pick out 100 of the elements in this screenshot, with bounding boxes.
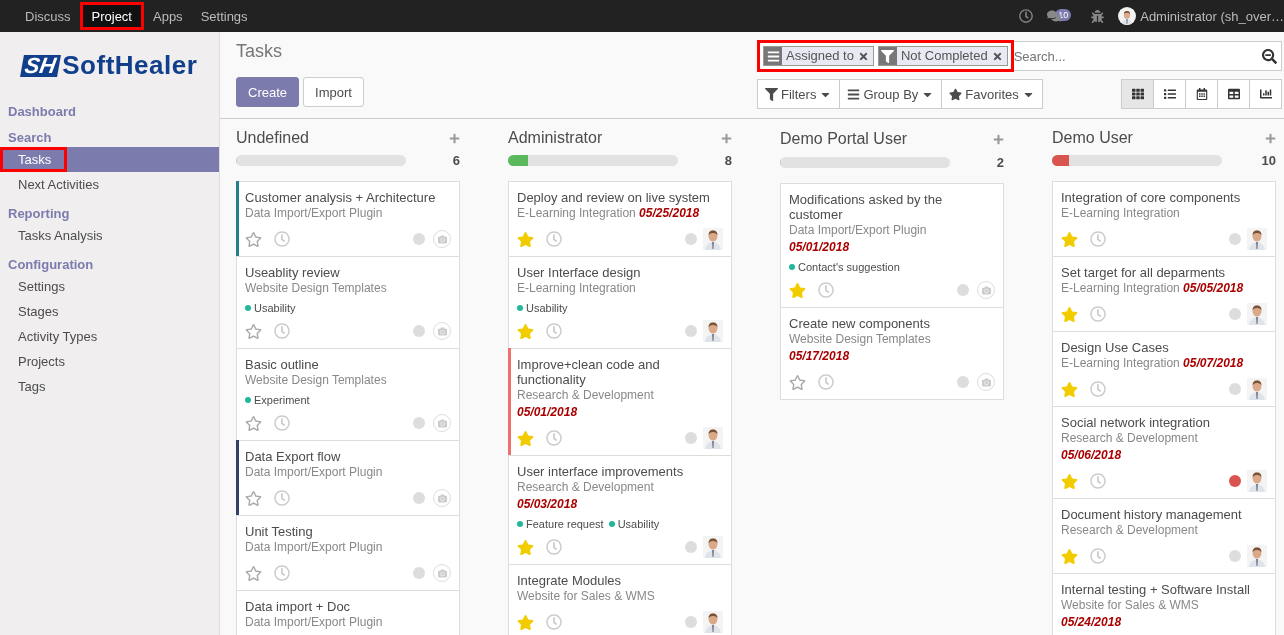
star-icon[interactable] — [1061, 472, 1078, 490]
task-card[interactable]: Internal testing + Software Install Website for Sales & WMS 05/24/2018 — [1052, 573, 1276, 635]
task-card[interactable]: Design Use Cases E-Learning Integration 05/07/2018 — [1052, 331, 1276, 407]
star-icon[interactable] — [789, 281, 806, 299]
status-dot[interactable] — [685, 541, 697, 553]
task-card[interactable]: Set target for all deparments E-Learning Integration 05/05/2018 — [1052, 256, 1276, 332]
task-card[interactable]: Improve+clean code and functionality Research & Development 05/01/2018 — [508, 348, 732, 456]
search-facet[interactable]: Not Completed — [877, 46, 1008, 66]
status-dot[interactable] — [1229, 383, 1241, 395]
star-icon[interactable] — [517, 230, 534, 248]
task-project: Data Import/Export Plugin — [245, 205, 384, 222]
add-icon[interactable] — [993, 133, 1004, 145]
status-dot[interactable] — [1229, 233, 1241, 245]
star-icon[interactable] — [245, 322, 262, 340]
task-deadline: 05/03/2018 — [517, 497, 578, 511]
task-card[interactable]: Basic outline Website Design Templates Experiment — [236, 348, 460, 441]
list-view-button[interactable] — [1153, 79, 1186, 109]
pivot-view-button[interactable] — [1217, 79, 1250, 109]
status-dot[interactable] — [957, 284, 969, 296]
task-card[interactable]: Integration of core components E-Learning Integration — [1052, 181, 1276, 257]
bug-icon[interactable] — [1091, 9, 1105, 23]
task-card[interactable]: Document history management Research & Development — [1052, 498, 1276, 574]
sidebar-item[interactable]: Activity Types — [0, 324, 219, 349]
status-dot[interactable] — [685, 616, 697, 628]
sidebar-item[interactable]: Tasks — [0, 147, 67, 172]
status-dot[interactable] — [1229, 475, 1241, 487]
star-icon[interactable] — [517, 613, 534, 631]
search-field[interactable]: Assigned to Not Completed Search... — [758, 41, 1282, 71]
task-project: Data Import/Export Plugin — [245, 614, 384, 631]
sidebar-item[interactable]: Tags — [0, 374, 219, 399]
task-card[interactable]: Useablity review Website Design Templates Usability — [236, 256, 460, 349]
add-icon[interactable] — [721, 132, 732, 144]
task-card[interactable]: Integrate Modules Website for Sales & WMS — [508, 564, 732, 635]
calendar-icon — [1195, 88, 1208, 100]
task-card[interactable]: Customer analysis + Architecture Data Import/Export Plugin — [236, 181, 460, 257]
status-dot[interactable] — [957, 376, 969, 388]
sidebar-item[interactable]: Settings — [0, 274, 219, 299]
task-card[interactable]: Unit Testing Data Import/Export Plugin — [236, 515, 460, 591]
import-button[interactable]: Import — [303, 77, 364, 107]
search-icon[interactable] — [1262, 48, 1277, 64]
task-card[interactable]: Data import + Doc Data Import/Export Plugin — [236, 590, 460, 635]
task-title: Create new components — [789, 316, 931, 331]
star-icon[interactable] — [245, 489, 262, 507]
star-icon[interactable] — [517, 429, 534, 447]
task-count: 10 — [1261, 153, 1276, 168]
calendar-view-button[interactable] — [1185, 79, 1218, 109]
search-option-button[interactable]: Filters — [757, 79, 841, 109]
close-icon[interactable] — [991, 50, 1003, 62]
status-dot[interactable] — [413, 325, 425, 337]
search-facet[interactable]: Assigned to — [763, 46, 874, 66]
status-dot[interactable] — [1229, 308, 1241, 320]
task-card[interactable]: Data Export flow Data Import/Export Plugin — [236, 440, 460, 516]
menu-item[interactable]: Project — [79, 2, 144, 30]
menu-icon — [766, 49, 780, 63]
add-icon[interactable] — [449, 132, 460, 144]
menu-item[interactable]: Settings — [191, 0, 257, 32]
star-icon[interactable] — [1061, 305, 1078, 323]
star-icon[interactable] — [245, 414, 262, 432]
clock-icon[interactable] — [1019, 9, 1034, 23]
user-avatar[interactable] — [1118, 7, 1137, 25]
sidebar-item[interactable]: Stages — [0, 299, 219, 324]
star-icon[interactable] — [1061, 230, 1078, 248]
status-dot[interactable] — [413, 417, 425, 429]
user-name[interactable]: Administrator (sh_over… — [1140, 8, 1284, 24]
task-title: User Interface design — [517, 265, 642, 280]
star-icon[interactable] — [517, 538, 534, 556]
menu-item[interactable]: Apps — [144, 0, 192, 32]
task-title: Useablity review — [245, 265, 341, 280]
task-card[interactable]: Deploy and review on live system E-Learning Integration 05/25/2018 — [508, 181, 732, 257]
menu-item[interactable]: Discuss — [16, 0, 80, 32]
status-dot[interactable] — [413, 233, 425, 245]
task-deadline: 05/17/2018 — [789, 349, 850, 363]
star-icon[interactable] — [245, 230, 262, 248]
sidebar-item[interactable]: Next Activities — [0, 172, 219, 197]
close-icon[interactable] — [857, 50, 869, 62]
create-button[interactable]: Create — [236, 77, 300, 107]
graph-view-button[interactable] — [1249, 79, 1282, 109]
status-dot[interactable] — [1229, 550, 1241, 562]
task-card[interactable]: Modifications asked by the customer Data Import/Export Plugin 05/01/2018 Contact's suggestion — [780, 183, 1004, 308]
status-dot[interactable] — [413, 567, 425, 579]
add-icon[interactable] — [1265, 132, 1276, 144]
task-card[interactable]: Create new components Website Design Templates 05/17/2018 — [780, 307, 1004, 400]
star-icon[interactable] — [1061, 380, 1078, 398]
search-option-button[interactable]: Group By — [839, 79, 943, 109]
status-dot[interactable] — [685, 432, 697, 444]
star-icon[interactable] — [789, 373, 806, 391]
kanban-view-button[interactable] — [1121, 79, 1154, 109]
status-dot[interactable] — [685, 233, 697, 245]
star-icon[interactable] — [1061, 547, 1078, 565]
status-dot[interactable] — [685, 325, 697, 337]
sidebar-item[interactable]: Tasks Analysis — [0, 223, 219, 248]
task-card[interactable]: User Interface design E-Learning Integration Usability — [508, 256, 732, 349]
star-icon[interactable] — [245, 564, 262, 582]
task-card[interactable]: Social network integration Research & Development 05/06/2018 — [1052, 406, 1276, 499]
task-card[interactable]: User interface improvements Research & Development 05/03/2018 Feature request Usability — [508, 455, 732, 565]
status-dot[interactable] — [413, 492, 425, 504]
grid-icon — [1131, 88, 1144, 100]
search-option-button[interactable]: Favorites — [941, 79, 1043, 109]
sidebar-item[interactable]: Projects — [0, 349, 219, 374]
star-icon[interactable] — [517, 322, 534, 340]
